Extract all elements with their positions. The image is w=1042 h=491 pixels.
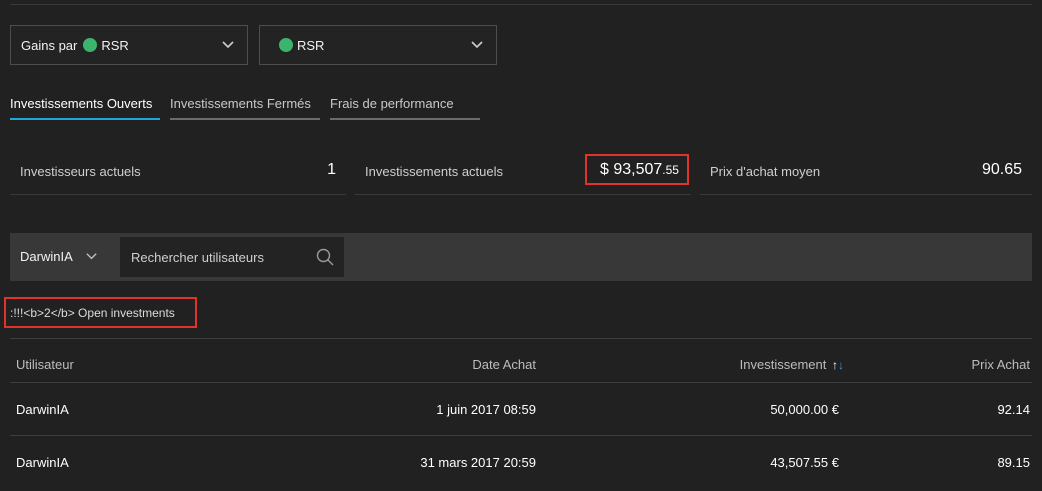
asset-dropdown-value: RSR — [297, 37, 325, 53]
tab-label: Investissements Ouverts — [10, 96, 153, 111]
gains-by-asset: RSR — [101, 37, 129, 53]
stat-value-main: $ 93,507 — [600, 161, 663, 178]
cell-user: DarwinIA — [16, 402, 69, 417]
tab-underline — [170, 118, 320, 120]
cell-date: 1 juin 2017 08:59 — [436, 402, 536, 417]
filter-bar: DarwinIA Rechercher utilisateurs — [10, 233, 1032, 281]
section-divider — [10, 338, 1032, 339]
search-placeholder: Rechercher utilisateurs — [131, 250, 264, 265]
top-divider — [10, 4, 1032, 5]
asset-dropdown[interactable]: RSR — [259, 25, 497, 65]
tab-label: Frais de performance — [330, 96, 454, 111]
stat-current-investors: Investisseurs actuels 1 — [10, 152, 346, 195]
tab-underline — [330, 118, 480, 120]
tab-closed-investments[interactable]: Investissements Fermés — [170, 96, 320, 120]
stat-label: Investissements actuels — [365, 164, 504, 179]
sort-icon[interactable]: ↑↓ — [832, 358, 844, 372]
cell-investment: 43,507.55 € — [770, 455, 839, 470]
cell-user: DarwinIA — [16, 455, 69, 470]
stat-label: Investisseurs actuels — [20, 164, 141, 179]
tab-label: Investissements Fermés — [170, 96, 311, 111]
gains-by-label: Gains par — [21, 37, 78, 53]
column-header-user[interactable]: Utilisateur — [16, 357, 74, 372]
search-icon[interactable] — [316, 248, 334, 266]
table-header: Utilisateur Date Achat Investissement ↑↓… — [10, 344, 1032, 383]
open-investments-text: :!!!<b>2</b> Open investments — [10, 306, 175, 320]
gains-by-dropdown[interactable]: Gains par RSR — [10, 25, 248, 65]
stat-value-cents: .55 — [662, 163, 679, 177]
column-header-date[interactable]: Date Achat — [472, 357, 536, 372]
open-investments-count: :!!!<b>2</b> Open investments — [4, 297, 197, 328]
stat-value: 90.65 — [981, 161, 1022, 178]
tab-underline — [10, 118, 160, 120]
cell-date: 31 mars 2017 20:59 — [420, 455, 536, 470]
column-header-investment[interactable]: Investissement ↑↓ — [740, 357, 844, 372]
status-dot-icon — [279, 38, 293, 52]
stat-label: Prix d'achat moyen — [710, 164, 821, 179]
stat-investments-value: $ 93,507.55 — [600, 161, 679, 179]
user-select[interactable]: DarwinIA — [20, 249, 73, 264]
tab-performance-fees[interactable]: Frais de performance — [330, 96, 480, 120]
chevron-down-icon — [471, 41, 483, 49]
table-row[interactable]: DarwinIA 1 juin 2017 08:59 50,000.00 € 9… — [10, 383, 1032, 436]
cell-investment: 50,000.00 € — [770, 402, 839, 417]
stat-value: 1 — [327, 161, 336, 178]
cell-price: 92.14 — [997, 402, 1030, 417]
chevron-down-icon — [222, 41, 234, 49]
table-row[interactable]: DarwinIA 31 mars 2017 20:59 43,507.55 € … — [10, 436, 1032, 488]
column-header-label: Investissement — [739, 357, 827, 372]
search-users-input[interactable]: Rechercher utilisateurs — [120, 237, 344, 277]
tab-open-investments[interactable]: Investissements Ouverts — [10, 96, 160, 120]
status-dot-icon — [83, 38, 98, 52]
chevron-down-icon[interactable] — [85, 250, 98, 263]
column-header-price[interactable]: Prix Achat — [971, 357, 1030, 372]
stat-average-price: Prix d'achat moyen 90.65 — [700, 152, 1032, 195]
cell-price: 89.15 — [997, 455, 1030, 470]
